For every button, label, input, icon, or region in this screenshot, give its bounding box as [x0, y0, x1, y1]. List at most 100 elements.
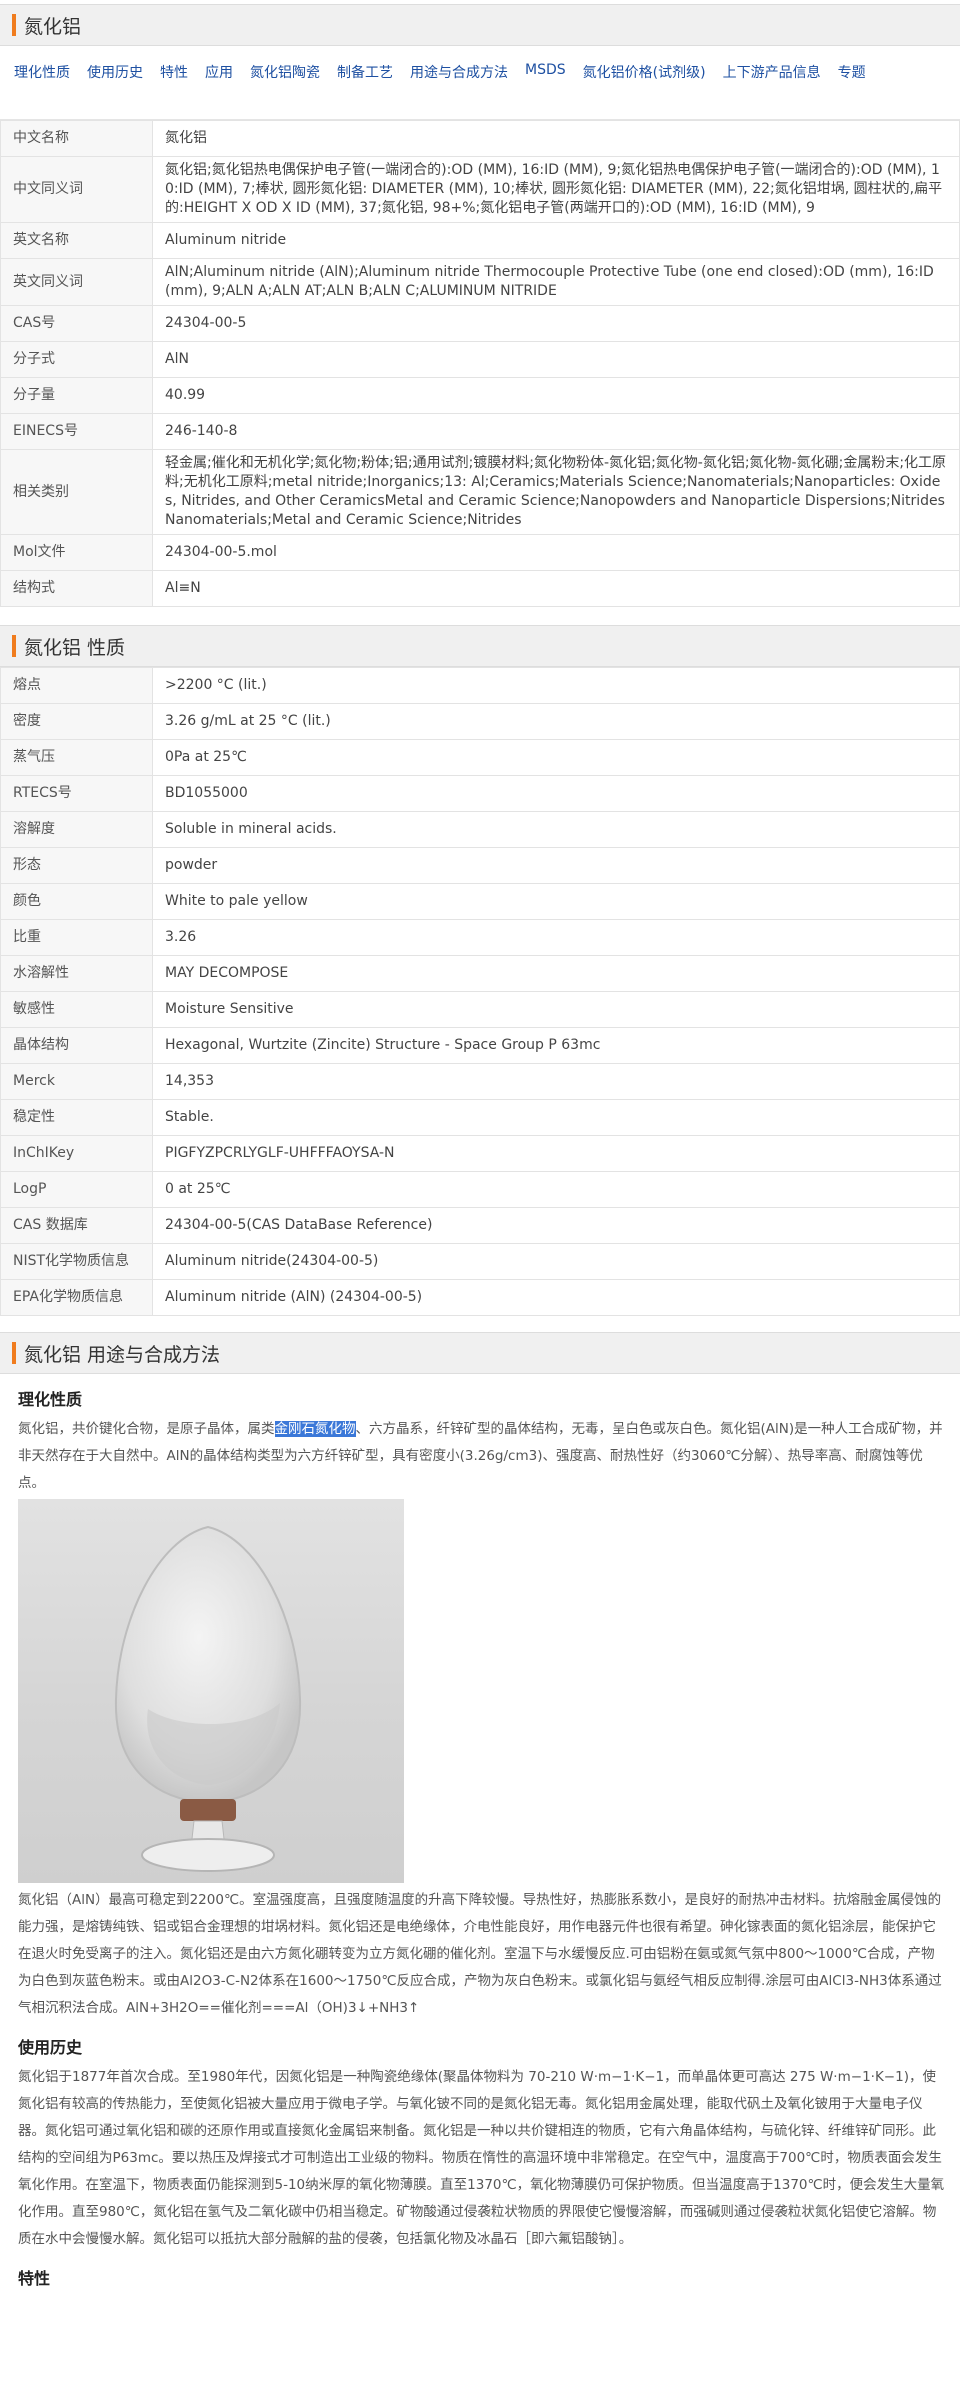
text-run: 氮化铝，共价键化合物，是原子晶体，属类: [18, 1421, 275, 1437]
row-value: BD1055000: [152, 775, 960, 812]
table-row: 水溶解性 MAY DECOMPOSE: [0, 955, 960, 992]
row-key: 结构式: [0, 570, 153, 607]
row-key: NIST化学物质信息: [0, 1243, 153, 1280]
row-key: 中文名称: [0, 120, 153, 157]
table-row: 分子式 AlN: [0, 341, 960, 378]
row-value: 3.26: [152, 919, 960, 956]
nav-link[interactable]: 使用历史: [87, 62, 143, 113]
table-row: 分子量 40.99: [0, 377, 960, 414]
table-row: LogP 0 at 25℃: [0, 1171, 960, 1208]
nav-link[interactable]: 氮化铝价格(试剂级): [583, 62, 706, 113]
usage-title: 氮化铝 用途与合成方法: [24, 1343, 221, 1366]
row-value: White to pale yellow: [152, 883, 960, 920]
row-value: Al≡N: [152, 570, 960, 607]
row-value[interactable]: 轻金属;催化和无机化学;氮化物;粉体;铝;通用试剂;镀膜材料;氮化物粉体-氮化铝…: [152, 449, 960, 535]
nav-link[interactable]: MSDS: [525, 62, 566, 113]
row-key: 稳定性: [0, 1099, 153, 1136]
properties-paragraph: 氮化铝（AlN）最高可稳定到2200℃。室温强度高，且强度随温度的升高下降较慢。…: [18, 1892, 942, 2016]
accent-bar: [12, 14, 16, 36]
row-value[interactable]: Aluminum nitride (AlN) (24304-00-5): [152, 1279, 960, 1316]
page-header: 氮化铝: [0, 4, 960, 46]
table-row: 比重 3.26: [0, 919, 960, 956]
row-key: 分子量: [0, 377, 153, 414]
row-key: 英文同义词: [0, 258, 153, 306]
row-key: 溶解度: [0, 811, 153, 848]
row-value: AlN;Aluminum nitride (AlN);Aluminum nitr…: [152, 258, 960, 306]
table-row: 结构式 Al≡N: [0, 570, 960, 607]
row-key: CAS 数据库: [0, 1207, 153, 1244]
table-row: 密度 3.26 g/mL at 25 °C (lit.): [0, 703, 960, 740]
nav-link[interactable]: 制备工艺: [337, 62, 393, 113]
usage-article: 理化性质 氮化铝，共价键化合物，是原子晶体，属类金刚石氮化物、六方晶系，纤锌矿型…: [0, 1386, 960, 2289]
row-value: 14,353: [152, 1063, 960, 1100]
flask-image: [114, 1525, 302, 1872]
row-key: 英文名称: [0, 222, 153, 259]
row-key: LogP: [0, 1171, 153, 1208]
nav-link[interactable]: 上下游产品信息: [723, 62, 821, 113]
row-key: 形态: [0, 847, 153, 884]
table-row: 敏感性 Moisture Sensitive: [0, 991, 960, 1028]
row-value[interactable]: 24304-00-5.mol: [152, 534, 960, 571]
row-value: 24304-00-5: [152, 305, 960, 342]
row-key: 密度: [0, 703, 153, 740]
row-key: 熔点: [0, 667, 153, 704]
table-row: EINECS号 246-140-8: [0, 413, 960, 450]
row-value: AlN: [152, 341, 960, 378]
table-row: 英文名称 Aluminum nitride: [0, 222, 960, 259]
table-row: InChIKey PIGFYZPCRLYGLF-UHFFFAOYSA-N: [0, 1135, 960, 1172]
row-value: 40.99: [152, 377, 960, 414]
physchem-heading: 理化性质: [18, 1390, 83, 1409]
row-key: Mol文件: [0, 534, 153, 571]
row-key: EPA化学物质信息: [0, 1279, 153, 1316]
history-paragraph: 氮化铝于1877年首次合成。至1980年代，因氮化铝是一种陶瓷绝缘体(聚晶体物料…: [18, 2069, 945, 2247]
row-key: 中文同义词: [0, 156, 153, 223]
row-key: 相关类别: [0, 449, 153, 535]
nav-link[interactable]: 氮化铝陶瓷: [250, 62, 320, 113]
usage-header: 氮化铝 用途与合成方法: [0, 1332, 960, 1374]
row-value: Hexagonal, Wurtzite (Zincite) Structure …: [152, 1027, 960, 1064]
row-value: Stable.: [152, 1099, 960, 1136]
row-key: 敏感性: [0, 991, 153, 1028]
page-title: 氮化铝: [24, 15, 82, 38]
row-key: Merck: [0, 1063, 153, 1100]
nav-link[interactable]: 专题: [838, 62, 866, 113]
page: { "header": { "title": "氮化铝" }, "nav": {…: [0, 0, 960, 2398]
row-value: Aluminum nitride: [152, 222, 960, 259]
row-value: MAY DECOMPOSE: [152, 955, 960, 992]
row-value[interactable]: 氮化铝: [152, 120, 960, 157]
properties-header: 氮化铝 性质: [0, 625, 960, 667]
properties-title: 氮化铝 性质: [24, 636, 126, 659]
table-row: 熔点 >2200 °C (lit.): [0, 667, 960, 704]
nav-link[interactable]: 理化性质: [14, 62, 70, 113]
row-key: 颜色: [0, 883, 153, 920]
row-value: 3.26 g/mL at 25 °C (lit.): [152, 703, 960, 740]
row-value[interactable]: 24304-00-5(CAS DataBase Reference): [152, 1207, 960, 1244]
row-key: InChIKey: [0, 1135, 153, 1172]
row-key: RTECS号: [0, 775, 153, 812]
table-row: CAS号 24304-00-5: [0, 305, 960, 342]
row-value[interactable]: Aluminum nitride(24304-00-5): [152, 1243, 960, 1280]
table-row: 蒸气压 0Pa at 25℃: [0, 739, 960, 776]
row-value: 0 at 25℃: [152, 1171, 960, 1208]
row-value: PIGFYZPCRLYGLF-UHFFFAOYSA-N: [152, 1135, 960, 1172]
nav-link[interactable]: 用途与合成方法: [410, 62, 508, 113]
row-key: 水溶解性: [0, 955, 153, 992]
row-value: 246-140-8: [152, 413, 960, 450]
row-value: powder: [152, 847, 960, 884]
product-photo: [18, 1499, 404, 1883]
table-row: EPA化学物质信息 Aluminum nitride (AlN) (24304-0…: [0, 1279, 960, 1316]
nav-link[interactable]: 特性: [160, 62, 188, 113]
row-value: Moisture Sensitive: [152, 991, 960, 1028]
table-row: 中文同义词 氮化铝;氮化铝热电偶保护电子管(一端闭合的):OD (MM), 16:…: [0, 156, 960, 223]
physchem-paragraph: 氮化铝，共价键化合物，是原子晶体，属类金刚石氮化物、六方晶系，纤锌矿型的晶体结构…: [18, 1416, 948, 1497]
nav-link[interactable]: 应用: [205, 62, 233, 113]
row-value: Soluble in mineral acids.: [152, 811, 960, 848]
row-key: 晶体结构: [0, 1027, 153, 1064]
accent-bar: [12, 635, 16, 657]
table-row: Merck 14,353: [0, 1063, 960, 1100]
table-row: 晶体结构 Hexagonal, Wurtzite (Zincite) Struct…: [0, 1027, 960, 1064]
row-key: EINECS号: [0, 413, 153, 450]
table-row: 溶解度 Soluble in mineral acids.: [0, 811, 960, 848]
table-row: 相关类别 轻金属;催化和无机化学;氮化物;粉体;铝;通用试剂;镀膜材料;氮化物粉体…: [0, 449, 960, 535]
selected-text[interactable]: 金刚石氮化物: [274, 1421, 356, 1437]
